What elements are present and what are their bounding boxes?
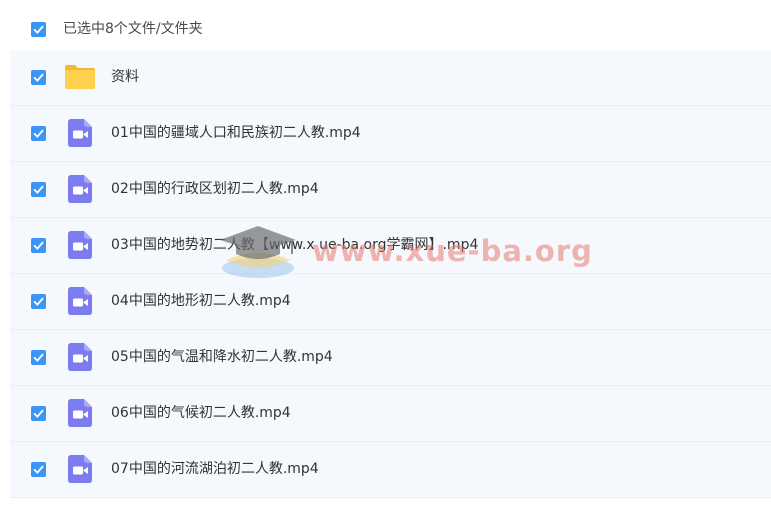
video-file-icon <box>68 455 92 483</box>
check-icon <box>33 25 44 34</box>
check-icon <box>33 73 44 82</box>
video-file-icon <box>68 343 92 371</box>
row-checkbox[interactable] <box>31 462 46 477</box>
video-file-icon <box>68 175 92 203</box>
check-icon <box>33 465 44 474</box>
row-checkbox[interactable] <box>31 126 46 141</box>
file-name[interactable]: 02中国的行政区划初二人教.mp4 <box>111 180 319 198</box>
select-all-checkbox[interactable] <box>31 22 46 37</box>
check-icon <box>33 353 44 362</box>
row-checkbox[interactable] <box>31 406 46 421</box>
check-icon <box>33 241 44 250</box>
row-checkbox[interactable] <box>31 70 46 85</box>
check-icon <box>33 409 44 418</box>
file-row[interactable]: 02中国的行政区划初二人教.mp4 <box>10 162 771 218</box>
file-name[interactable]: 07中国的河流湖泊初二人教.mp4 <box>111 460 319 478</box>
file-name[interactable]: 06中国的气候初二人教.mp4 <box>111 404 291 422</box>
video-file-icon <box>68 119 92 147</box>
folder-icon <box>65 65 95 89</box>
file-row[interactable]: 07中国的河流湖泊初二人教.mp4 <box>10 442 771 498</box>
file-row[interactable]: 06中国的气候初二人教.mp4 <box>10 386 771 442</box>
video-file-icon <box>68 287 92 315</box>
check-icon <box>33 185 44 194</box>
file-row[interactable]: 资料 <box>10 50 771 106</box>
video-file-icon <box>68 399 92 427</box>
check-icon <box>33 297 44 306</box>
file-row[interactable]: 04中国的地形初二人教.mp4 <box>10 274 771 330</box>
check-icon <box>33 129 44 138</box>
selection-header: 已选中8个文件/文件夹 <box>10 0 771 50</box>
row-checkbox[interactable] <box>31 350 46 365</box>
file-name[interactable]: 资料 <box>111 68 139 86</box>
selection-count-label: 已选中8个文件/文件夹 <box>63 21 203 37</box>
row-checkbox[interactable] <box>31 182 46 197</box>
video-file-icon <box>68 231 92 259</box>
file-name[interactable]: 04中国的地形初二人教.mp4 <box>111 292 291 310</box>
file-name[interactable]: 01中国的疆域人口和民族初二人教.mp4 <box>111 124 361 142</box>
row-checkbox[interactable] <box>31 294 46 309</box>
row-checkbox[interactable] <box>31 238 46 253</box>
file-row[interactable]: 01中国的疆域人口和民族初二人教.mp4 <box>10 106 771 162</box>
file-row[interactable]: 05中国的气温和降水初二人教.mp4 <box>10 330 771 386</box>
file-name[interactable]: 03中国的地势初二人教【www.x ue-ba.org学霸网】.mp4 <box>111 236 478 254</box>
file-name[interactable]: 05中国的气温和降水初二人教.mp4 <box>111 348 333 366</box>
file-row[interactable]: 03中国的地势初二人教【www.x ue-ba.org学霸网】.mp4 <box>10 218 771 274</box>
